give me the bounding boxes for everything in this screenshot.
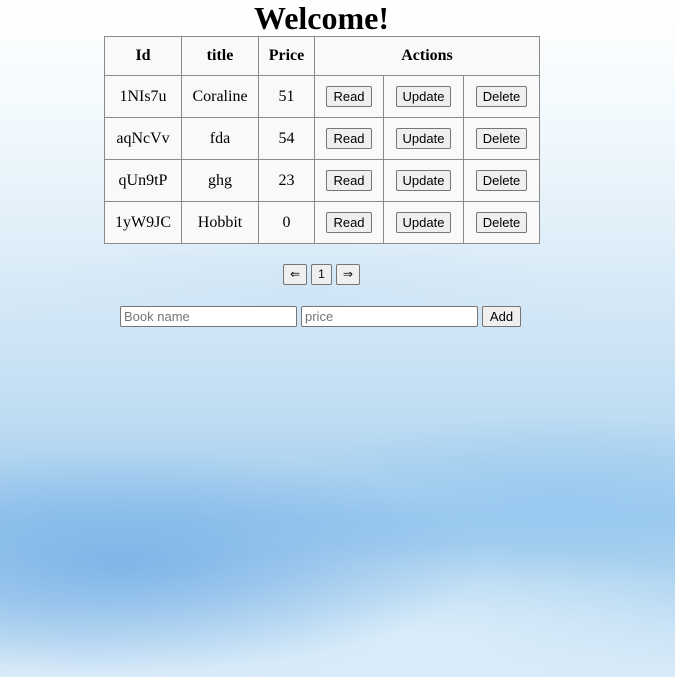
add-book-form: Add [120,306,521,327]
cell-id: aqNcVv [104,117,182,160]
cell-update: Update [383,75,464,118]
read-button[interactable]: Read [326,86,372,107]
delete-button[interactable]: Delete [475,128,528,149]
table-row: aqNcVv fda 54 Read Update Delete [104,117,540,160]
column-header-actions: Actions [314,36,540,76]
books-table: Id title Price Actions 1NIs7u Coraline 5… [104,36,540,244]
cell-read: Read [314,159,384,202]
cell-price: 0 [258,201,315,244]
read-button[interactable]: Read [326,128,372,149]
update-button[interactable]: Update [395,212,452,233]
cell-delete: Delete [463,117,540,160]
price-input[interactable] [301,306,478,327]
read-button[interactable]: Read [326,212,372,233]
page-title: Welcome! [253,0,390,36]
cell-id: 1NIs7u [104,75,182,118]
cell-price: 23 [258,159,315,202]
cell-title: fda [181,117,259,160]
cell-delete: Delete [463,75,540,118]
read-button[interactable]: Read [326,170,372,191]
table-header-row: Id title Price Actions [104,36,540,76]
cell-price: 54 [258,117,315,160]
page-1-button[interactable]: 1 [311,264,332,285]
add-button[interactable]: Add [482,306,521,327]
delete-button[interactable]: Delete [475,212,528,233]
table-row: 1yW9JC Hobbit 0 Read Update Delete [104,201,540,244]
cell-id: 1yW9JC [104,201,182,244]
update-button[interactable]: Update [395,128,452,149]
cell-read: Read [314,201,384,244]
cell-title: Coraline [181,75,259,118]
table-row: 1NIs7u Coraline 51 Read Update Delete [104,75,540,118]
column-header-title: title [181,36,259,76]
book-name-input[interactable] [120,306,297,327]
cell-read: Read [314,75,384,118]
cell-price: 51 [258,75,315,118]
cell-id: qUn9tP [104,159,182,202]
table-row: qUn9tP ghg 23 Read Update Delete [104,159,540,202]
prev-page-button[interactable]: ⇐ [283,264,308,285]
delete-button[interactable]: Delete [475,86,528,107]
cell-title: Hobbit [181,201,259,244]
cell-update: Update [383,117,464,160]
column-header-id: Id [104,36,182,76]
column-header-price: Price [258,36,315,76]
next-page-button[interactable]: ⇒ [335,264,360,285]
cell-title: ghg [181,159,259,202]
cell-update: Update [383,201,464,244]
pagination: ⇐ 1 ⇒ [0,264,643,285]
delete-button[interactable]: Delete [475,170,528,191]
update-button[interactable]: Update [395,86,452,107]
update-button[interactable]: Update [395,170,452,191]
cell-delete: Delete [463,201,540,244]
cell-delete: Delete [463,159,540,202]
cell-update: Update [383,159,464,202]
cell-read: Read [314,117,384,160]
